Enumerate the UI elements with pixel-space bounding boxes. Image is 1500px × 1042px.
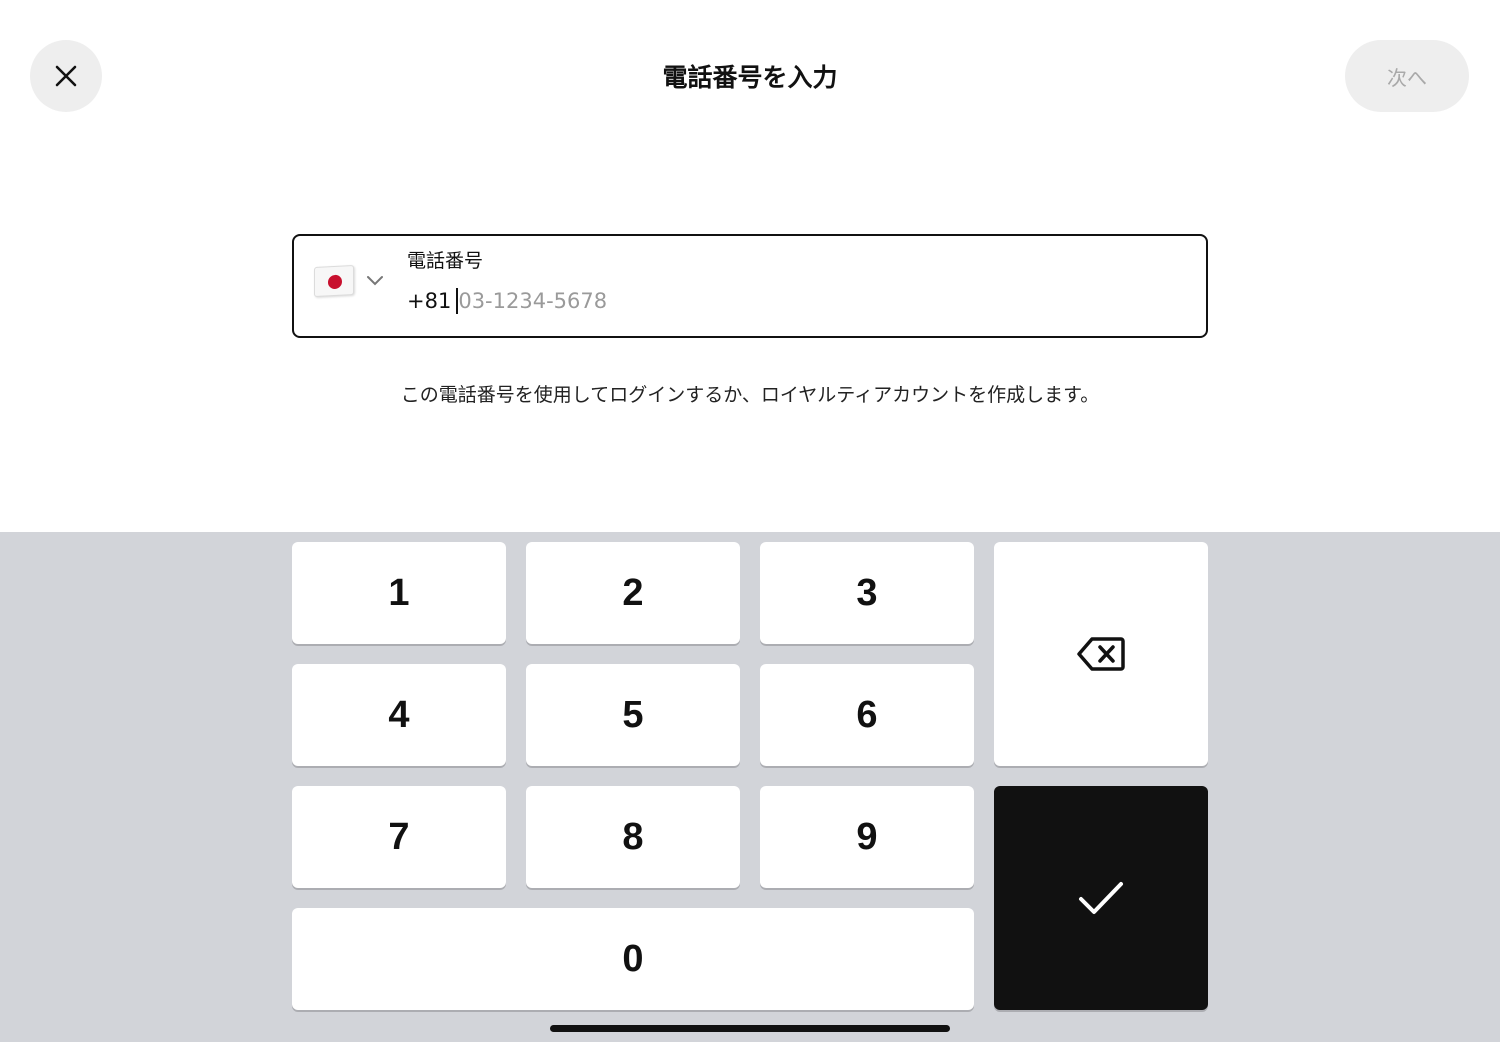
phone-number-field[interactable]: 電話番号 +81 03-1234-5678: [292, 234, 1208, 338]
key-9[interactable]: 9: [760, 786, 974, 888]
key-0[interactable]: 0: [292, 908, 974, 1010]
home-indicator[interactable]: [550, 1025, 950, 1032]
chevron-down-icon: [367, 276, 383, 286]
key-1[interactable]: 1: [292, 542, 506, 644]
key-6[interactable]: 6: [760, 664, 974, 766]
key-7[interactable]: 7: [292, 786, 506, 888]
phone-placeholder: 03-1234-5678: [458, 289, 608, 313]
numeric-keypad: 1 2 3 4 5 6 7 8 9 0: [0, 532, 1500, 1042]
helper-text: この電話番号を使用してログインするか、ロイヤルティアカウントを作成します。: [400, 384, 1100, 406]
phone-input[interactable]: +81 03-1234-5678: [407, 288, 607, 314]
next-button[interactable]: 次へ: [1345, 40, 1469, 112]
backspace-key[interactable]: [994, 542, 1208, 766]
confirm-key[interactable]: [994, 786, 1208, 1010]
key-2[interactable]: 2: [526, 542, 740, 644]
country-picker[interactable]: [314, 264, 384, 298]
checkmark-icon: [1079, 882, 1123, 914]
key-8[interactable]: 8: [526, 786, 740, 888]
country-code: +81: [407, 289, 452, 313]
flag-japan-icon: [314, 264, 354, 298]
key-4[interactable]: 4: [292, 664, 506, 766]
phone-entry-screen: 電話番号を入力 次へ 電話番号 +81 03-1234-5678 この電話番号を…: [0, 0, 1500, 1042]
key-5[interactable]: 5: [526, 664, 740, 766]
key-3[interactable]: 3: [760, 542, 974, 644]
field-label: 電話番号: [407, 250, 484, 272]
backspace-icon: [1077, 637, 1125, 671]
page-title: 電話番号を入力: [662, 63, 838, 92]
